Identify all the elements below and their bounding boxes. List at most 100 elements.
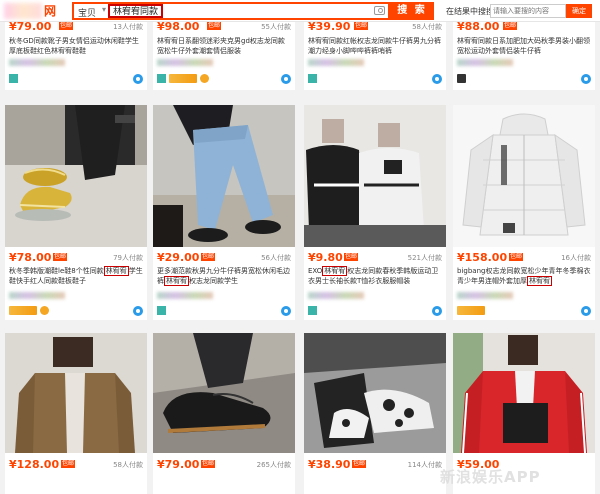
price: ¥38.90 (308, 458, 351, 471)
shop-line (308, 291, 442, 301)
free-shipping-tag: 包邮 (201, 253, 216, 261)
product-grid: ¥79.00 包邮 13人付款 秋冬GD同款靴子男女情侣运动休闲鞋学生厚底板鞋红… (0, 0, 600, 494)
wangwang-chat-icon[interactable] (432, 306, 442, 316)
gold-seller-badge (9, 306, 37, 315)
shop-badge-icon (308, 74, 317, 83)
product-card[interactable]: ¥79.00 包邮 265人付款 (153, 333, 295, 494)
gold-seller-badge (169, 74, 197, 83)
wangwang-chat-icon[interactable] (581, 306, 591, 316)
product-card[interactable]: ¥158.00 包邮 16人付款 bigbang权志龙同款宽松少年青年冬季棉衣青… (453, 105, 595, 320)
price: ¥9.80 (308, 251, 343, 264)
camera-icon[interactable] (374, 6, 385, 15)
shop-name-blurred (157, 59, 213, 66)
product-image[interactable] (153, 333, 295, 453)
product-image[interactable] (453, 105, 595, 247)
brand-badge-icon (457, 74, 466, 83)
chevron-down-icon[interactable]: ▾ (102, 5, 106, 14)
shop-badge-icon (157, 74, 166, 83)
product-card[interactable]: ¥9.80 包邮 521人付款 EXO 林宥宥 权志龙同款春秋季韩版运动卫衣男士长袖… (304, 105, 446, 320)
badge-line (157, 306, 291, 316)
couple-sweatshirt-photo (304, 105, 446, 247)
product-title[interactable]: 林宥宥日系翻领迷彩夹克男gd权志龙同款宽松牛仔外套潮套情侣服装 (157, 36, 291, 56)
sold-count: 521人付款 (407, 254, 442, 262)
product-title[interactable]: 更多潮范款秋男九分牛仔裤男宽松休闲毛边裤 林宥宥 权志龙同款学生 (157, 266, 291, 286)
sold-count: 16人付款 (561, 254, 591, 262)
product-image[interactable] (5, 333, 147, 453)
shop-line (308, 58, 442, 68)
shop-name-blurred (9, 59, 65, 66)
product-image[interactable] (453, 333, 595, 453)
price-line: ¥128.00 包邮 58人付款 (9, 458, 143, 471)
wangwang-chat-icon[interactable] (432, 74, 442, 84)
badge-line (308, 74, 442, 84)
product-card[interactable]: ¥38.90 包邮 114人付款 (304, 333, 446, 494)
badge-line (308, 306, 442, 316)
wangwang-chat-icon[interactable] (281, 74, 291, 84)
product-image[interactable] (304, 333, 446, 453)
product-title[interactable]: bigbang权志龙同款宽松少年青年冬季棉衣青少年男连帽外套加厚 林宥宥 (457, 266, 591, 286)
product-card[interactable]: ¥78.00 包邮 79人付款 秋冬季韩版潮鞋le鞋8个性同款 林宥宥 学生鞋快手红… (5, 105, 147, 320)
product-title[interactable]: 林宥宥同款日系加肥加大码秋季男装小翻领宽松运动外套情侣装牛仔裤 (457, 36, 591, 56)
product-title[interactable]: 林宥宥同款红帐权志龙同款牛仔裤男九分裤潮力经身小脚哔哔裤裤哨裤 (308, 36, 442, 56)
wangwang-chat-icon[interactable] (281, 306, 291, 316)
confirm-button[interactable]: 确定 (566, 4, 592, 18)
shop-line (457, 58, 591, 68)
site-logo[interactable]: 网 (44, 2, 57, 19)
product-image[interactable] (5, 105, 147, 247)
sold-count: 114人付款 (407, 461, 442, 469)
free-shipping-tag: 包邮 (201, 460, 216, 468)
sold-count: 265人付款 (256, 461, 291, 469)
price: ¥158.00 (457, 251, 508, 264)
price-line: ¥79.00 包邮 265人付款 (157, 458, 291, 471)
free-shipping-tag: 包邮 (207, 22, 222, 30)
product-card[interactable]: ¥29.00 包邮 56人付款 更多潮范款秋男九分牛仔裤男宽松休闲毛边裤 林宥宥权… (153, 105, 295, 320)
price-line: ¥29.00 包邮 56人付款 (157, 251, 291, 264)
shop-name-blurred (9, 292, 65, 299)
gold-seller-badge (457, 306, 485, 315)
sold-count: 13人付款 (113, 23, 143, 31)
keyword-highlight: 林宥宥 (322, 266, 348, 276)
keyword-highlight: 林宥宥 (164, 276, 189, 286)
in-results-label: 在结果中搜搜 (446, 7, 494, 16)
search-box[interactable]: 宝贝 ▾ 林宥宥同款 (72, 2, 390, 20)
shop-line (457, 291, 591, 301)
price: ¥78.00 (9, 251, 52, 264)
shop-name-blurred (308, 59, 364, 66)
product-title[interactable]: EXO 林宥宥 权志龙同款春秋季韩版运动卫衣男士长袖长款T恤衫衣服服帽装 (308, 266, 442, 286)
wangwang-chat-icon[interactable] (581, 74, 591, 84)
red-jacket-photo (453, 333, 595, 453)
badge-line (9, 74, 143, 84)
free-shipping-tag: 包邮 (53, 253, 68, 261)
in-results-search-input[interactable] (490, 4, 566, 18)
search-button[interactable]: 搜 索 (390, 2, 434, 20)
gold-shoes-photo (5, 105, 147, 247)
corduroy-jacket-photo (5, 333, 147, 453)
shop-line (157, 291, 291, 301)
price-line: ¥158.00 包邮 16人付款 (457, 251, 591, 264)
search-bar: 网 宝贝 ▾ 林宥宥同款 搜 索 在结果中搜搜 确定 (0, 0, 600, 22)
badge-line (457, 306, 591, 316)
search-scope-select[interactable]: 宝贝 (78, 6, 96, 19)
shop-line (157, 58, 291, 68)
product-title[interactable]: 秋冬季韩版潮鞋le鞋8个性同款 林宥宥 学生鞋快手红人同款鞋板鞋子 (9, 266, 143, 286)
free-shipping-tag: 包邮 (344, 253, 359, 261)
sold-count: 55人付款 (261, 23, 291, 31)
product-image[interactable] (153, 105, 295, 247)
search-input[interactable]: 林宥宥同款 (108, 4, 164, 18)
product-title[interactable]: 秋冬GD同款靴子男女情侣运动休闲鞋学生厚底板鞋红色林宥宥鞋鞋 (9, 36, 143, 56)
product-card[interactable]: ¥128.00 包邮 58人付款 (5, 333, 147, 494)
badge-line (9, 306, 143, 316)
shop-line (9, 58, 143, 68)
wangwang-chat-icon[interactable] (133, 74, 143, 84)
shop-name-blurred (457, 59, 513, 66)
site-logo-blurred (4, 3, 42, 19)
wangwang-chat-icon[interactable] (133, 306, 143, 316)
product-image[interactable] (304, 105, 446, 247)
watermark: 新浪娱乐APP (440, 468, 541, 486)
price: ¥79.00 (157, 458, 200, 471)
free-shipping-tag: 包邮 (59, 22, 74, 30)
free-shipping-tag: 包邮 (503, 22, 518, 30)
badge-line (457, 74, 591, 84)
shop-name-blurred (157, 292, 213, 299)
free-shipping-tag: 包邮 (352, 460, 367, 468)
